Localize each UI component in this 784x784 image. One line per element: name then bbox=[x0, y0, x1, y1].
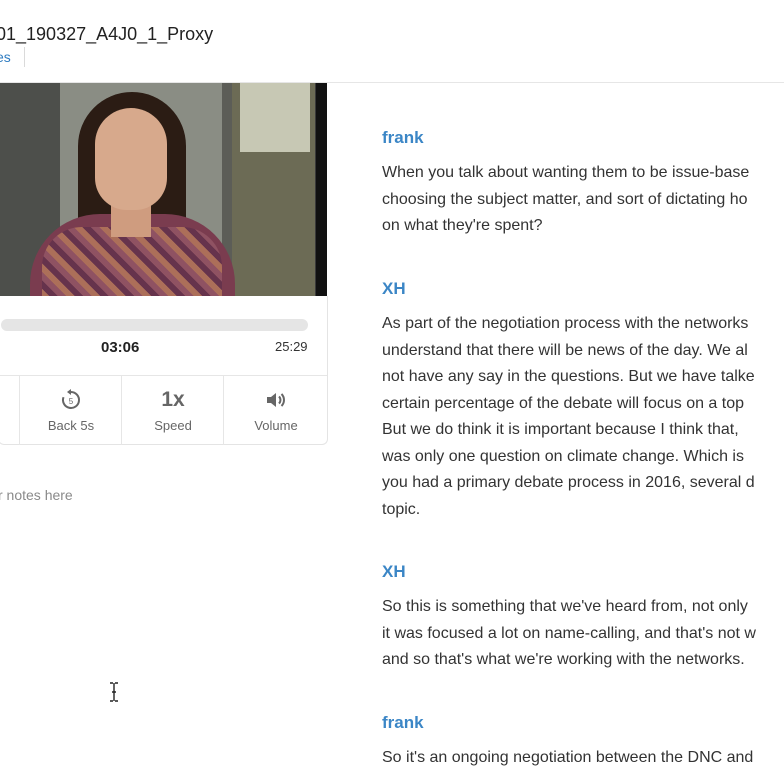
files-link[interactable]: es bbox=[0, 49, 11, 65]
transcript-text[interactable]: When you talk about wanting them to be i… bbox=[382, 160, 784, 240]
file-title: 01_190327_A4J0_1_Proxy bbox=[0, 24, 214, 44]
transcript-text[interactable]: So it's an ongoing negotiation between t… bbox=[382, 745, 784, 772]
video-background bbox=[240, 82, 310, 152]
file-header: 01_190327_A4J0_1_Proxy es bbox=[0, 0, 784, 83]
back-5s-button[interactable]: 5 Back 5s bbox=[19, 376, 122, 445]
svg-text:5: 5 bbox=[69, 397, 74, 406]
speed-value: 1x bbox=[161, 388, 185, 411]
video-player[interactable] bbox=[0, 82, 327, 296]
speaker-name[interactable]: frank bbox=[382, 126, 784, 150]
notes-input[interactable]: r notes here bbox=[0, 487, 73, 503]
current-time: 03:06 bbox=[101, 339, 140, 356]
speaker-name[interactable]: XH bbox=[382, 277, 784, 301]
progress-bar[interactable] bbox=[1, 319, 308, 331]
transcript-text[interactable]: So this is something that we've heard fr… bbox=[382, 594, 784, 674]
speed-label: Speed bbox=[154, 418, 192, 433]
video-letterbox bbox=[316, 82, 327, 296]
speed-button[interactable]: 1x Speed bbox=[121, 376, 224, 445]
speaker-name[interactable]: frank bbox=[382, 711, 784, 735]
control-buttons: 5 Back 5s 1x Speed Volume bbox=[0, 375, 327, 445]
transcript-panel[interactable]: — — — — — — — — — — — — frank When you t… bbox=[382, 50, 784, 784]
speaker-icon bbox=[224, 388, 328, 412]
video-subject bbox=[42, 227, 222, 296]
transcript-block: frank So it's an ongoing negotiation bet… bbox=[382, 711, 784, 772]
video-subject bbox=[95, 108, 167, 210]
play-button[interactable] bbox=[0, 376, 19, 445]
volume-label: Volume bbox=[254, 418, 298, 433]
transcript-text[interactable]: As part of the negotiation process with … bbox=[382, 311, 784, 523]
transcript-block: XH As part of the negotiation process wi… bbox=[382, 277, 784, 523]
back-5s-label: Back 5s bbox=[47, 418, 95, 433]
transcript-block: frank When you talk about wanting them t… bbox=[382, 126, 784, 240]
transcript-block: XH So this is something that we've heard… bbox=[382, 560, 784, 674]
header-divider bbox=[24, 47, 25, 67]
volume-button[interactable]: Volume bbox=[223, 376, 328, 445]
text-cursor-icon bbox=[108, 682, 120, 702]
playback-controls: 03:06 25:29 5 Back 5s 1x Speed Volume bbox=[0, 296, 328, 445]
speaker-name[interactable]: XH bbox=[382, 560, 784, 584]
rewind-5-icon: 5 bbox=[20, 388, 122, 412]
total-time: 25:29 bbox=[275, 339, 308, 354]
